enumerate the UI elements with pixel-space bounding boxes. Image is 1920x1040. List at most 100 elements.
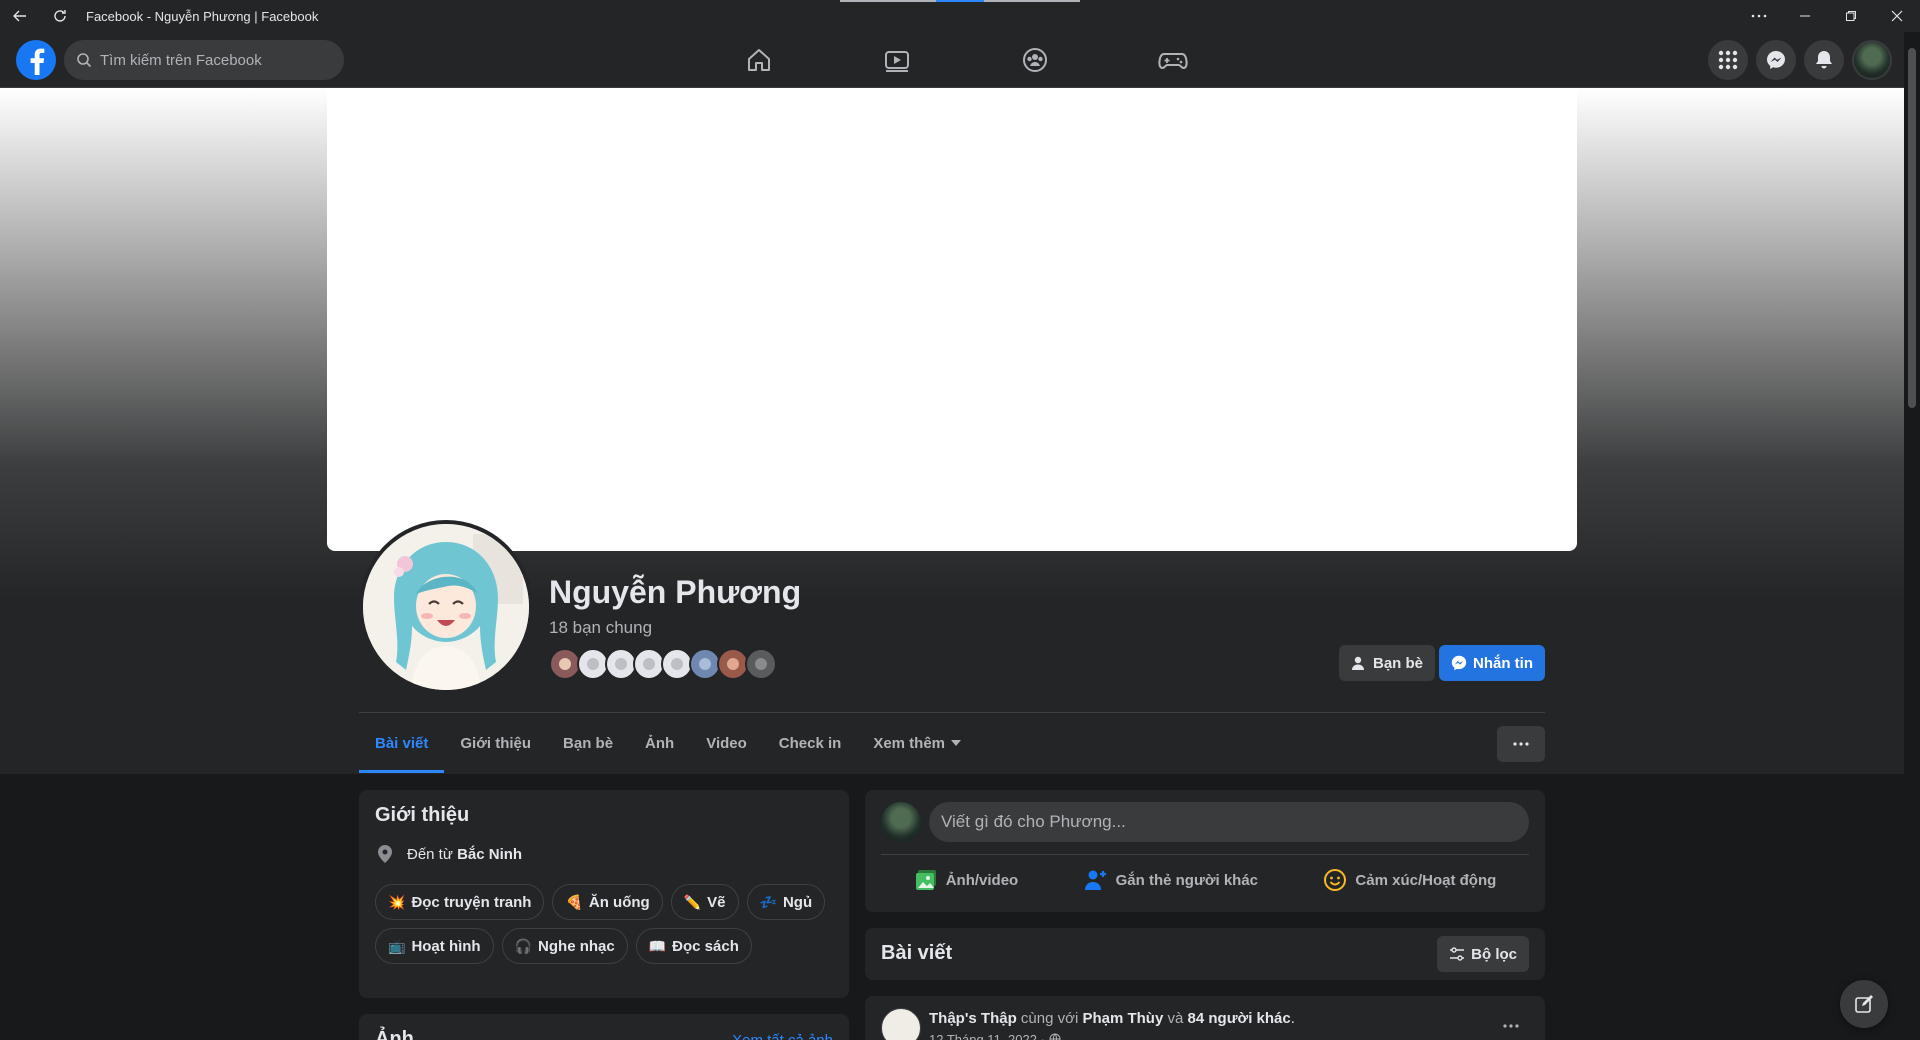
nav-gaming-tab[interactable]: [1104, 32, 1242, 88]
more-options-icon[interactable]: [1736, 0, 1782, 32]
profile-more-button[interactable]: [1497, 726, 1545, 762]
watch-icon: [885, 51, 909, 72]
hobby-label: Vẽ: [707, 893, 726, 911]
post-others[interactable]: 84 người khác: [1188, 1010, 1291, 1027]
headphones-icon: 🎧: [514, 937, 533, 954]
title-bar: Facebook - Nguyễn Phương | Facebook: [0, 0, 1920, 32]
hobbies-list: 💥 Đọc truyện tranh 🍕 Ăn uống ✏️ Vẽ 💤 Ngủ 📺 Ho…: [375, 884, 835, 964]
hobby-chip[interactable]: 💥 Đọc truyện tranh: [375, 884, 545, 920]
post-author[interactable]: Thập's Thập: [929, 1010, 1017, 1027]
nav-groups-tab[interactable]: [966, 32, 1104, 88]
hobby-label: Nghe nhạc: [538, 937, 615, 955]
post-composer: Viết gì đó cho Phương... Ảnh/video Gắn t…: [865, 790, 1545, 912]
top-navigation: [0, 32, 1904, 88]
restore-icon[interactable]: [1828, 0, 1874, 32]
search-input[interactable]: [100, 51, 320, 69]
composer-placeholder: Viết gì đó cho Phương...: [941, 812, 1126, 831]
post-author-avatar[interactable]: [881, 1008, 921, 1040]
new-message-button[interactable]: [1840, 980, 1888, 1028]
location-prefix: Đến từ: [407, 845, 458, 863]
tab-photos[interactable]: Ảnh: [629, 713, 690, 773]
menu-button[interactable]: [1708, 40, 1748, 80]
composer-avatar[interactable]: [881, 802, 921, 842]
tab-more[interactable]: Xem thêm: [857, 713, 977, 773]
post-tagged-person[interactable]: Phạm Thùy: [1082, 1010, 1163, 1027]
intro-location: Đến từ Bắc Ninh: [375, 844, 522, 864]
facebook-logo-icon[interactable]: [16, 40, 56, 80]
post-date-text: 12 Tháng 11, 2022 ·: [929, 1032, 1045, 1040]
filter-button[interactable]: Bộ lọc: [1437, 936, 1529, 972]
composer-divider: [881, 854, 1529, 855]
window-title: Facebook - Nguyễn Phương | Facebook: [86, 8, 319, 24]
hobby-label: Ăn uống: [588, 893, 650, 911]
tv-icon: 📺: [388, 937, 406, 954]
messenger-icon: [1767, 51, 1785, 69]
feeling-activity-button[interactable]: Cảm xúc/Hoạt động: [1323, 860, 1496, 900]
more-horizontal-icon: [1513, 742, 1529, 746]
notifications-button[interactable]: [1804, 40, 1844, 80]
post-options-button[interactable]: [1493, 1008, 1529, 1040]
messenger-button[interactable]: [1756, 40, 1796, 80]
loading-bar: [840, 0, 1080, 2]
home-icon: [748, 49, 770, 71]
mutual-friends-count[interactable]: 18 bạn chung: [549, 618, 652, 638]
posts-header: Bài viết Bộ lọc: [865, 928, 1545, 980]
hobby-chip[interactable]: 📖 Đọc sách: [635, 928, 752, 964]
hobby-label: Ngủ: [782, 893, 813, 911]
caret-down-icon: [951, 740, 962, 746]
composer-input[interactable]: Viết gì đó cho Phương...: [929, 802, 1529, 842]
photo-video-button[interactable]: Ảnh/video: [914, 860, 1018, 900]
see-all-photos-link[interactable]: Xem tất cả ảnh: [732, 1032, 833, 1040]
profile-picture[interactable]: [359, 520, 533, 694]
tab-check-ins[interactable]: Check in: [763, 713, 858, 773]
menu-grid-icon: [1718, 50, 1738, 70]
globe-icon: [1049, 1033, 1061, 1040]
post-card: Thập's Thập cùng với Phạm Thùy và 84 ngư…: [865, 996, 1545, 1040]
bell-icon: [1816, 51, 1832, 69]
location-name[interactable]: Bắc Ninh: [457, 846, 522, 863]
cover-photo[interactable]: [327, 88, 1577, 551]
page-scrollbar[interactable]: [1904, 32, 1920, 1040]
hobby-chip[interactable]: 🍕 Ăn uống: [552, 884, 663, 920]
book-icon: 📖: [648, 937, 667, 954]
profile-header: Bài viết Giới thiệu Bạn bè Ảnh Video Che…: [0, 88, 1904, 774]
photos-card: Ảnh Xem tất cả ảnh: [359, 1014, 849, 1040]
gaming-icon: [1158, 53, 1188, 70]
post-with-text: cùng với: [1020, 1010, 1079, 1027]
hobby-chip[interactable]: ✏️ Vẽ: [670, 884, 739, 920]
nav-home-tab[interactable]: [690, 32, 828, 88]
tab-posts[interactable]: Bài viết: [359, 713, 445, 773]
location-pin-icon: [378, 845, 392, 863]
post-period: .: [1290, 1010, 1295, 1027]
post-date[interactable]: 12 Tháng 11, 2022 ·: [929, 1032, 1061, 1040]
tag-people-button[interactable]: Gắn thẻ người khác: [1084, 860, 1258, 900]
nav-watch-tab[interactable]: [828, 32, 966, 88]
friends-button-label: Bạn bè: [1373, 654, 1424, 672]
refresh-icon[interactable]: [40, 0, 80, 32]
back-icon[interactable]: [0, 0, 40, 32]
groups-icon: [1023, 48, 1047, 72]
scrollbar-thumb[interactable]: [1908, 48, 1916, 408]
tab-friends[interactable]: Bạn bè: [547, 713, 629, 773]
pencil-icon: ✏️: [683, 893, 702, 910]
profile-name: Nguyễn Phương: [549, 574, 802, 610]
profile-tabs: Bài viết Giới thiệu Bạn bè Ảnh Video Che…: [359, 713, 977, 773]
message-button[interactable]: Nhắn tin: [1439, 645, 1545, 681]
explosion-icon: 💥: [388, 893, 406, 910]
account-avatar[interactable]: [1852, 40, 1892, 80]
tab-about[interactable]: Giới thiệu: [444, 713, 547, 773]
intro-card: Giới thiệu Đến từ Bắc Ninh 💥 Đọc truyện t…: [359, 790, 849, 998]
close-icon[interactable]: [1874, 0, 1920, 32]
minimize-icon[interactable]: [1782, 0, 1828, 32]
hobby-label: Hoạt hình: [411, 937, 481, 955]
hobby-chip[interactable]: 🎧 Nghe nhạc: [501, 928, 628, 964]
photo-icon: [915, 870, 936, 890]
hobby-chip[interactable]: 📺 Hoạt hình: [375, 928, 494, 964]
mutual-friend-avatar[interactable]: [745, 648, 777, 680]
friends-button[interactable]: Bạn bè: [1339, 645, 1436, 681]
search-bar[interactable]: [64, 40, 344, 80]
filter-sliders-icon: [1450, 947, 1465, 961]
intro-title: Giới thiệu: [375, 804, 470, 826]
hobby-chip[interactable]: 💤 Ngủ: [746, 884, 826, 920]
tab-videos[interactable]: Video: [690, 713, 763, 773]
